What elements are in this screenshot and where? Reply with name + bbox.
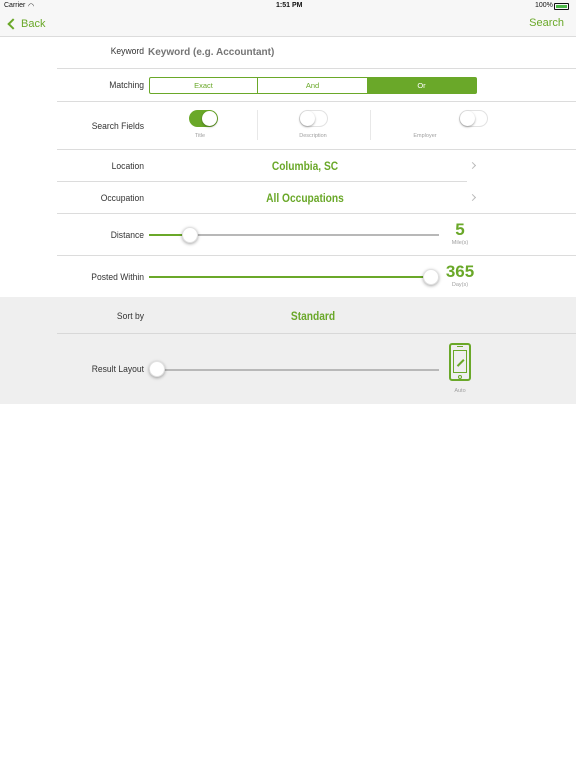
navigation-bar: Back Search [0,12,576,37]
employer-toggle-label: Employer [413,133,437,139]
sort-by-value[interactable]: Standard [228,309,398,323]
divider [370,110,371,140]
phone-auto-icon [449,343,471,381]
matching-and[interactable]: And [258,77,368,94]
chevron-left-icon [7,18,19,30]
matching-exact[interactable]: Exact [149,77,258,94]
divider [257,110,258,140]
matching-label: Matching [109,80,144,91]
description-toggle[interactable] [299,110,328,127]
chevron-right-icon[interactable] [468,161,477,170]
status-bar: Carrier ◠ 1:51 PM 100% [0,0,576,12]
posted-within-value: 365 [445,262,475,281]
chevron-right-icon[interactable] [468,193,477,202]
battery-label: 100% [535,2,553,9]
sort-by-label: Sort by [116,311,144,322]
back-button[interactable]: Back [6,15,45,33]
distance-unit: Mile(s) [451,240,469,246]
posted-within-unit: Day(s) [451,282,469,288]
location-value[interactable]: Columbia, SC [220,159,390,173]
divider [57,181,467,182]
title-toggle-label: Title [194,133,206,139]
occupation-value[interactable]: All Occupations [220,191,390,205]
distance-slider-thumb[interactable] [181,227,198,243]
search-button[interactable]: Search [529,17,564,29]
employer-toggle[interactable] [459,110,488,127]
battery-icon [554,3,569,10]
distance-label: Distance [110,230,144,241]
divider [57,101,576,102]
keyword-input[interactable] [148,43,468,61]
distance-value: 5 [455,220,465,239]
divider [57,255,576,256]
divider [57,149,576,150]
location-label: Location [111,161,144,172]
matching-or[interactable]: Or [367,77,477,94]
result-layout-label: Result Layout [91,364,144,375]
time-label: 1:51 PM [276,2,303,9]
back-label: Back [21,18,46,30]
description-toggle-label: Description [299,133,327,139]
result-layout-slider-thumb[interactable] [149,361,165,377]
carrier-label: Carrier [4,2,26,9]
result-layout-value: Auto [454,388,466,394]
search-fields-label: Search Fields [91,121,144,132]
wifi-icon: ◠ [28,3,35,10]
posted-within-label: Posted Within [91,272,144,283]
title-toggle[interactable] [189,110,218,127]
keyword-label: Keyword [110,46,144,57]
divider [57,68,576,69]
occupation-label: Occupation [100,193,144,204]
divider [57,213,576,214]
divider [57,333,576,334]
